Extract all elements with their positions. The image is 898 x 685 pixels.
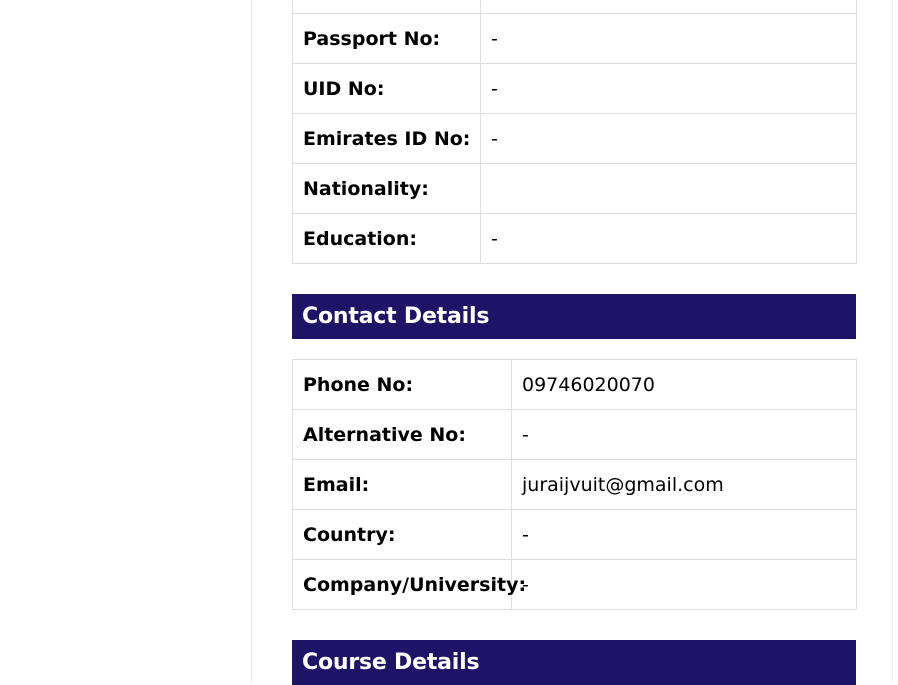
contact-details-title: Contact Details	[302, 304, 490, 329]
passport-no-label: Passport No:	[292, 13, 481, 64]
uid-no-value: -	[480, 63, 857, 114]
email-label: Email:	[292, 459, 512, 510]
table-row: Nationality:	[292, 163, 857, 214]
table-row: Education: -	[292, 213, 857, 264]
passport-no-value: -	[480, 13, 857, 64]
course-details-title: Course Details	[302, 650, 480, 675]
emirates-id-label: Emirates ID No:	[292, 113, 481, 164]
country-label: Country:	[292, 509, 512, 560]
table-row: Company/University: -	[292, 559, 857, 610]
page-edge	[892, 0, 893, 682]
education-value: -	[480, 213, 857, 264]
nationality-label: Nationality:	[292, 163, 481, 214]
details-content: Passport No: - UID No: - Emirates ID No:…	[292, 0, 857, 685]
sidebar-divider	[251, 0, 252, 682]
alternative-no-label: Alternative No:	[292, 409, 512, 460]
table-row	[292, 0, 857, 14]
uid-no-label: UID No:	[292, 63, 481, 114]
alternative-no-value: -	[511, 409, 857, 460]
phone-no-value: 09746020070	[511, 359, 857, 410]
table-row: Email: juraijvuit@gmail.com	[292, 459, 857, 510]
table-row: Phone No: 09746020070	[292, 359, 857, 410]
field-value	[480, 0, 857, 14]
table-row: UID No: -	[292, 63, 857, 114]
field-label	[292, 0, 481, 14]
emirates-id-value: -	[480, 113, 857, 164]
table-row: Alternative No: -	[292, 409, 857, 460]
company-university-label: Company/University:	[292, 559, 526, 610]
course-details-header: Course Details	[292, 640, 856, 685]
table-row: Passport No: -	[292, 13, 857, 64]
contact-details-header: Contact Details	[292, 294, 856, 339]
country-value: -	[511, 509, 857, 560]
email-value: juraijvuit@gmail.com	[511, 459, 857, 510]
company-university-value: -	[511, 559, 857, 610]
nationality-value	[480, 163, 857, 214]
phone-no-label: Phone No:	[292, 359, 512, 410]
personal-details-table: Passport No: - UID No: - Emirates ID No:…	[292, 0, 857, 264]
education-label: Education:	[292, 213, 481, 264]
table-row: Country: -	[292, 509, 857, 560]
contact-details-table: Phone No: 09746020070 Alternative No: - …	[292, 359, 857, 610]
left-sidebar	[0, 0, 251, 682]
table-row: Emirates ID No: -	[292, 113, 857, 164]
